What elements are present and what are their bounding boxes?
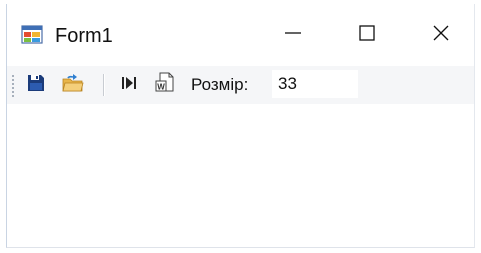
- open-folder-icon: [62, 73, 84, 98]
- close-icon: [431, 23, 451, 48]
- word-document-icon: W: [155, 72, 175, 99]
- form1-window: Form1 W Розмір: 33: [6, 4, 475, 248]
- save-button[interactable]: [24, 73, 48, 97]
- maximize-button[interactable]: [337, 12, 397, 58]
- toolbar-grip[interactable]: [12, 75, 16, 97]
- size-input[interactable]: [272, 70, 358, 98]
- minimize-icon: [283, 23, 303, 48]
- toolbar-separator: [103, 74, 105, 96]
- open-button[interactable]: [61, 73, 85, 97]
- title-bar[interactable]: Form1: [7, 4, 474, 58]
- toolbar: W Розмір:: [7, 66, 474, 104]
- svg-text:W: W: [157, 82, 165, 91]
- windows-form-icon: [21, 24, 45, 46]
- minimize-button[interactable]: [263, 12, 323, 58]
- window-title: Form1: [55, 25, 113, 47]
- maximize-icon: [357, 23, 377, 48]
- close-button[interactable]: [411, 12, 471, 58]
- form-client-area[interactable]: [7, 104, 474, 247]
- next-button[interactable]: [117, 73, 141, 97]
- export-word-button[interactable]: W: [153, 72, 177, 99]
- next-track-icon: [119, 73, 139, 98]
- save-icon: [26, 73, 46, 98]
- size-label: Розмір:: [191, 75, 249, 94]
